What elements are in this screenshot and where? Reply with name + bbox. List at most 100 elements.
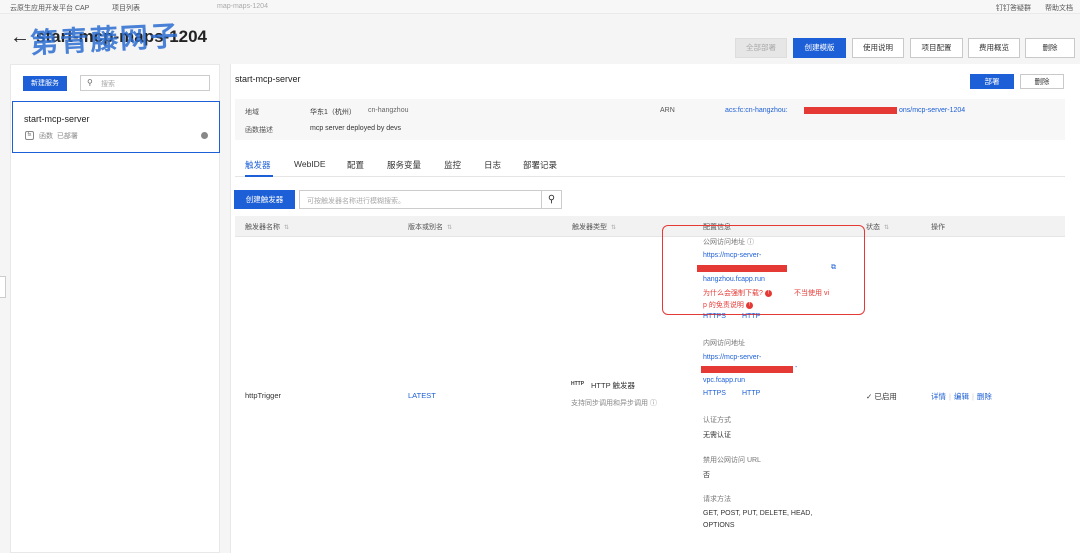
service-sidebar: 新建服务 ⚲ 搜索 start-mcp-server fx 函数 已部署 (10, 64, 220, 553)
http-icon: HTTP (571, 381, 585, 387)
tab-deploy-history[interactable]: 部署记录 (523, 159, 557, 171)
disable-public-value: 否 (703, 472, 710, 479)
private-url-redaction (701, 366, 793, 373)
service-card-meta: 函数 已部署 (39, 131, 78, 141)
row-actions: 详情 | 编辑 | 删除 (931, 392, 992, 401)
deploy-all-button[interactable]: 全部部署 (735, 38, 787, 58)
active-tab-indicator (245, 175, 273, 177)
info-icon: ⓘ (649, 400, 657, 407)
sort-icon: ⇅ (447, 225, 453, 231)
col-status[interactable]: 状态 ⇅ (866, 222, 889, 232)
arn-redaction (804, 107, 897, 114)
delete-service-button[interactable]: 删除 (1020, 74, 1064, 89)
create-template-button[interactable]: 创建模版 (793, 38, 846, 58)
detail-link[interactable]: 详情 (931, 392, 946, 401)
trigger-status: ✓ 已启用 (866, 392, 897, 401)
watermark-logo: 第青藤网子 (29, 19, 181, 60)
sort-icon: ⇅ (611, 225, 617, 231)
service-search-placeholder: 搜索 (101, 81, 115, 88)
private-url-prefix[interactable]: https://mcp-server- (703, 354, 761, 361)
delete-link[interactable]: 删除 (977, 392, 992, 401)
public-url-label: 公网访问地址 ⓘ (703, 239, 754, 246)
col-actions: 操作 (931, 224, 945, 231)
region-label: 地域 (245, 109, 259, 116)
tab-logs[interactable]: 日志 (484, 159, 501, 171)
check-icon: ✓ (866, 392, 873, 401)
service-tabs: 触发器 WebIDE 配置 服务变量 监控 日志 部署记录 (235, 154, 1065, 177)
delete-project-button[interactable]: 删除 (1025, 38, 1075, 58)
methods-line1: GET, POST, PUT, DELETE, HEAD, (703, 510, 813, 517)
cost-overview-button[interactable]: 费用概览 (968, 38, 1020, 58)
trigger-type: HTTP 触发器 (591, 381, 636, 390)
tab-config[interactable]: 配置 (347, 159, 364, 171)
misuse-warning[interactable]: 不当使用 vi (794, 288, 829, 298)
service-card-start-mcp-server[interactable]: start-mcp-server fx 函数 已部署 (12, 101, 220, 153)
sidebar-collapse-handle[interactable] (0, 276, 6, 298)
sort-icon: ⇅ (884, 225, 890, 231)
trigger-type-desc: 支持同步调用和异步调用 ⓘ (571, 400, 657, 407)
methods-line2: OPTIONS (703, 522, 735, 529)
function-icon: fx (25, 131, 34, 140)
status-dot-icon (201, 132, 208, 139)
usage-guide-button[interactable]: 使用说明 (852, 38, 904, 58)
page-header: ← start-mcp-maps-1204 第青藤网子 全部部署 创建模版 使用… (0, 14, 1080, 62)
create-trigger-button[interactable]: 创建触发器 (234, 190, 295, 209)
function-desc-value: mcp server deployed by devs (310, 125, 402, 132)
col-version[interactable]: 版本或别名 ⇅ (408, 222, 452, 232)
col-trigger-name[interactable]: 触发器名称 ⇅ (245, 222, 289, 232)
breadcrumb-current: map-maps-1204 (217, 3, 268, 10)
region-value: 华东1（杭州） (310, 109, 356, 116)
col-trigger-type[interactable]: 触发器类型 ⇅ (572, 222, 616, 232)
trigger-version-link[interactable]: LATEST (408, 391, 436, 400)
trigger-search-input[interactable]: 可按触发器名称进行模糊搜索。 (299, 190, 542, 209)
breadcrumb-platform[interactable]: 云原生应用开发平台 CAP (10, 3, 89, 13)
warning-icon: ! (764, 289, 772, 297)
search-icon[interactable]: ⚲ (541, 190, 562, 209)
private-url-label: 内网访问地址 (703, 340, 745, 347)
public-url-prefix[interactable]: https://mcp-server- (703, 252, 761, 259)
edit-link[interactable]: 编辑 (954, 392, 969, 401)
tab-monitor[interactable]: 监控 (444, 159, 461, 171)
deploy-button[interactable]: 部署 (970, 74, 1014, 89)
service-card-name: start-mcp-server (24, 114, 90, 124)
trigger-search-placeholder: 可按触发器名称进行模糊搜索。 (307, 198, 405, 205)
help-docs-link[interactable]: 帮助文档 (1045, 3, 1073, 13)
private-url-dash: - (795, 364, 798, 371)
service-status: 已部署 (56, 133, 78, 140)
arn-prefix[interactable]: acs:fc:cn-hangzhou: (725, 107, 788, 114)
public-https-link[interactable]: HTTPS (703, 313, 726, 320)
back-arrow-icon[interactable]: ← (10, 27, 30, 47)
table-row: httpTrigger LATEST HTTP HTTP 触发器 支持同步调用和… (235, 225, 1065, 553)
top-nav-bar: 云原生应用开发平台 CAP 项目列表 map-maps-1204 钉钉答疑群 帮… (0, 0, 1080, 14)
public-url-suffix[interactable]: hangzhou.fcapp.run (703, 276, 765, 283)
auth-value: 无需认证 (703, 432, 731, 439)
trigger-table-header: 触发器名称 ⇅ 版本或别名 ⇅ 触发器类型 ⇅ 配置信息 状态 ⇅ 操作 (235, 216, 1065, 237)
service-detail-panel: start-mcp-server 部署 删除 地域 华东1（杭州） cn-han… (230, 64, 1080, 553)
arn-suffix[interactable]: ons/mcp-server-1204 (899, 107, 965, 114)
dingtalk-help-link[interactable]: 钉钉答疑群 (996, 3, 1031, 13)
arn-label: ARN (660, 107, 675, 114)
breadcrumb-project-list[interactable]: 项目列表 (112, 3, 140, 13)
force-download-warning[interactable]: 为什么会强制下载?! (703, 288, 772, 298)
private-http-link[interactable]: HTTP (742, 390, 760, 397)
private-url-suffix[interactable]: vpc.fcapp.run (703, 377, 745, 384)
warning-icon: ! (745, 301, 753, 309)
region-code: cn-hangzhou (368, 107, 409, 114)
methods-label: 请求方法 (703, 496, 731, 503)
info-icon: ⓘ (746, 239, 754, 246)
search-icon: ⚲ (87, 78, 93, 87)
new-service-button[interactable]: 新建服务 (23, 76, 67, 91)
tab-webide[interactable]: WebIDE (294, 159, 326, 169)
tab-service-vars[interactable]: 服务变量 (387, 159, 421, 171)
service-search-input[interactable]: ⚲ 搜索 (80, 75, 210, 91)
project-config-button[interactable]: 项目配置 (910, 38, 963, 58)
private-https-link[interactable]: HTTPS (703, 390, 726, 397)
service-type: 函数 (39, 133, 53, 140)
disable-public-label: 禁用公网访问 URL (703, 457, 761, 464)
copy-icon[interactable]: ⧉ (831, 264, 836, 272)
tab-triggers[interactable]: 触发器 (245, 159, 271, 171)
disclaimer-link[interactable]: p 的免责说明! (703, 300, 753, 310)
public-http-link[interactable]: HTTP (742, 313, 760, 320)
trigger-name: httpTrigger (245, 391, 281, 400)
service-title: start-mcp-server (235, 74, 301, 84)
